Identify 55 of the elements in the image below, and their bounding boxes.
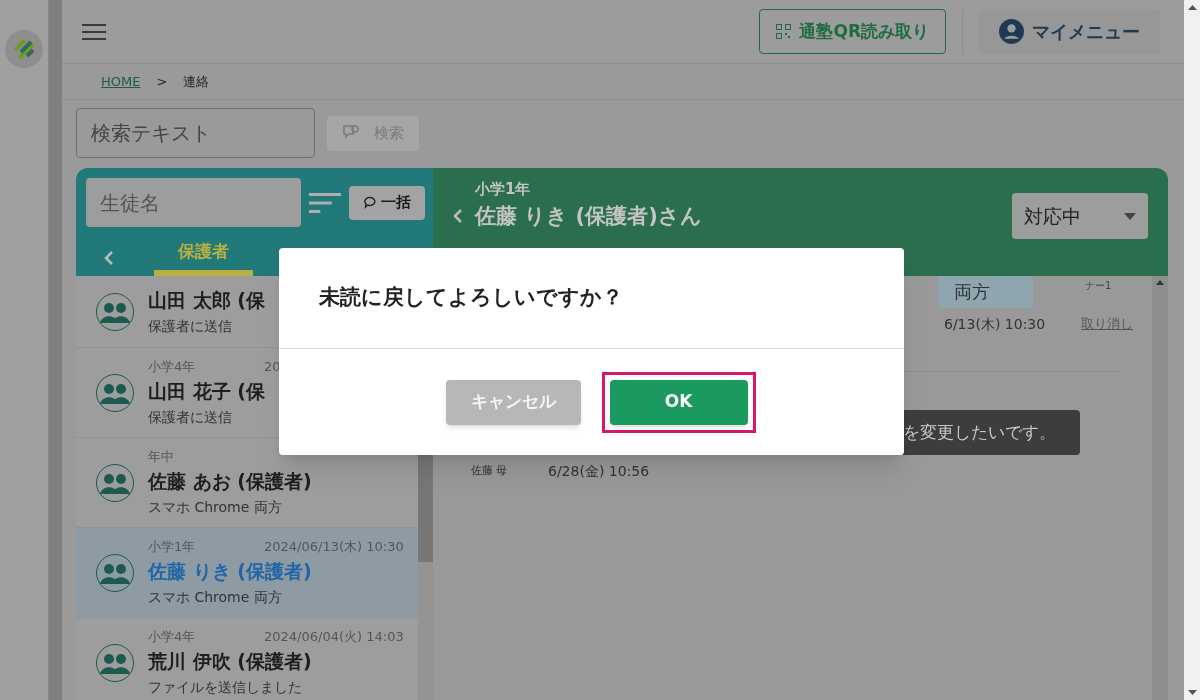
qr-reader-button[interactable]: 通塾QR読み取り <box>759 9 946 54</box>
contact-name: 山田 太郎 (保 <box>148 287 265 313</box>
grade-label: 小学4年 <box>148 628 197 646</box>
message-preview: スマホ Chrome 両方 <box>148 588 283 607</box>
ok-button[interactable]: OK <box>609 379 748 425</box>
contact-name: 荒川 伊吹 (保護者) <box>148 648 313 674</box>
bulk-button[interactable]: 一括 <box>349 185 425 220</box>
my-menu-button[interactable]: マイメニュー <box>979 9 1160 54</box>
contact-name: 佐藤 あお (保護者) <box>148 468 312 494</box>
message-preview: 保護者に送信 <box>148 408 233 427</box>
chevron-left-icon[interactable] <box>453 208 463 224</box>
scroll-up-icon[interactable] <box>1156 280 1164 285</box>
read-label: ナー1 <box>1085 279 1112 293</box>
message-preview: ファイルを送信しました <box>148 678 303 697</box>
status-dropdown[interactable]: 対応中 <box>1012 193 1148 239</box>
delivery-badge: 両方 <box>938 276 1033 308</box>
breadcrumb-separator: > <box>156 72 168 91</box>
dropdown-arrow-icon <box>1124 212 1136 220</box>
sender-label: 佐藤 母 <box>471 463 508 479</box>
breadcrumb-link[interactable]: HOME <box>101 71 141 92</box>
timestamp: 6/13(木) 10:30 <box>944 315 1046 334</box>
people-icon <box>96 373 134 412</box>
timestamp: 6/28(金) 10:56 <box>548 462 650 481</box>
logo-icon <box>5 30 43 68</box>
student-name-field[interactable]: 生徒名 <box>86 178 301 227</box>
scroll-up-icon[interactable] <box>1187 5 1197 10</box>
message-preview: スマホ Chrome 両方 <box>148 498 283 517</box>
scrollbar[interactable] <box>48 0 62 700</box>
date-label: 2024/06/13(木) 10:30 <box>264 538 404 556</box>
qr-code-icon <box>776 24 792 39</box>
breadcrumb-current: 連絡 <box>183 72 210 91</box>
user-icon <box>999 19 1024 44</box>
people-icon <box>96 463 134 502</box>
people-icon <box>96 643 134 682</box>
page-scrollbar[interactable] <box>1184 0 1200 700</box>
grade-label: 小学4年 <box>148 358 197 376</box>
message-preview: 保護者に送信 <box>148 317 233 337</box>
grade-label: 小学1年 <box>148 538 197 556</box>
cancel-link[interactable]: 取り消し <box>1081 314 1133 334</box>
menu-icon[interactable] <box>82 22 106 41</box>
scroll-down-icon[interactable] <box>1187 690 1197 695</box>
message-bubble: を変更したいです。 <box>903 410 1080 455</box>
grade-label: 小学1年 <box>475 179 532 200</box>
grade-label: 年中 <box>148 448 175 466</box>
date-label: 2024/06/04(火) 14:03 <box>264 628 404 646</box>
contact-name: 佐藤 りき (保護者) <box>148 558 313 584</box>
chat-scrollbar[interactable] <box>1152 276 1168 700</box>
list-item[interactable]: 小学1年 2024/06/13(木) 10:30 佐藤 りき (保護者) スマホ Chrome 両方 <box>76 528 418 618</box>
chevron-left-icon[interactable] <box>104 250 114 266</box>
people-icon <box>96 553 134 592</box>
search-message-icon <box>342 124 362 142</box>
sort-icon[interactable] <box>309 191 342 214</box>
contact-name: 山田 花子 (保 <box>148 378 266 404</box>
conversation-title: 佐藤 りき (保護者)さん <box>475 202 702 230</box>
people-icon <box>96 292 134 331</box>
